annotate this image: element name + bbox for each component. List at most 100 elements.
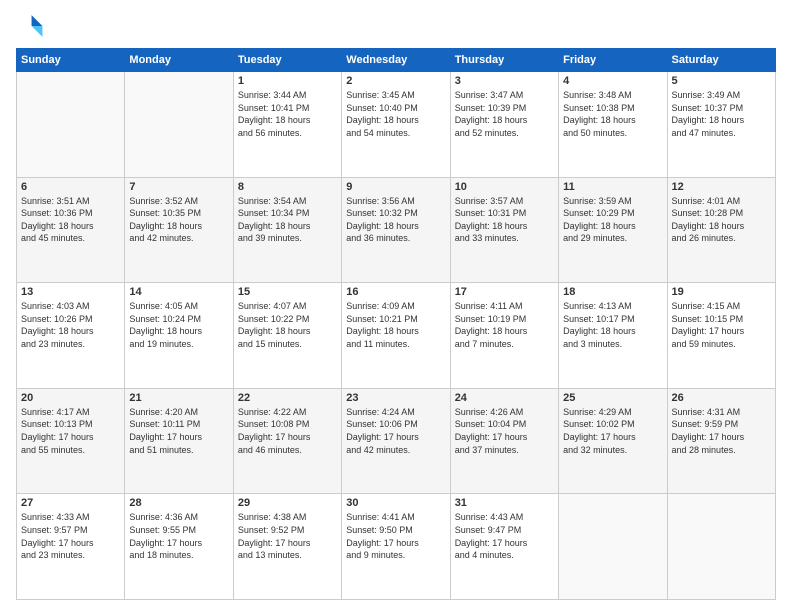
day-info: Sunrise: 4:01 AMSunset: 10:28 PMDaylight… [672,195,771,245]
day-number: 30 [346,497,445,509]
calendar-cell [667,494,775,600]
day-info: Sunrise: 4:38 AMSunset: 9:52 PMDaylight:… [238,511,337,561]
day-info: Sunrise: 4:03 AMSunset: 10:26 PMDaylight… [21,300,120,350]
calendar-cell: 1 Sunrise: 3:44 AMSunset: 10:41 PMDayligh… [233,72,341,178]
day-info: Sunrise: 4:20 AMSunset: 10:11 PMDaylight… [129,406,228,456]
calendar-cell: 8 Sunrise: 3:54 AMSunset: 10:34 PMDayligh… [233,177,341,283]
calendar-cell: 2Sunrise: 3:45 AMSunset: 10:40 PMDayligh… [342,72,450,178]
day-number: 5 [672,75,771,87]
day-info: Sunrise: 4:26 AMSunset: 10:04 PMDaylight… [455,406,554,456]
calendar-cell: 4 Sunrise: 3:48 AMSunset: 10:38 PMDayligh… [559,72,667,178]
calendar-cell: 31 Sunrise: 4:43 AMSunset: 9:47 PMDayligh… [450,494,558,600]
day-number: 1 [238,75,337,87]
calendar-cell: 21 Sunrise: 4:20 AMSunset: 10:11 PMDaylig… [125,388,233,494]
day-info: Sunrise: 3:59 AMSunset: 10:29 PMDaylight… [563,195,662,245]
day-info: Sunrise: 4:29 AMSunset: 10:02 PMDaylight… [563,406,662,456]
day-number: 17 [455,286,554,298]
logo [16,12,48,40]
calendar-cell: 22 Sunrise: 4:22 AMSunset: 10:08 PMDaylig… [233,388,341,494]
logo-icon [16,12,44,40]
day-number: 20 [21,392,120,404]
day-number: 25 [563,392,662,404]
day-info: Sunrise: 4:05 AMSunset: 10:24 PMDaylight… [129,300,228,350]
day-info: Sunrise: 3:57 AMSunset: 10:31 PMDaylight… [455,195,554,245]
calendar-table: SundayMondayTuesdayWednesdayThursdayFrid… [16,48,776,600]
calendar-cell: 29Sunrise: 4:38 AMSunset: 9:52 PMDayligh… [233,494,341,600]
calendar-cell: 16Sunrise: 4:09 AMSunset: 10:21 PMDaylig… [342,283,450,389]
calendar-cell: 9 Sunrise: 3:56 AMSunset: 10:32 PMDayligh… [342,177,450,283]
header-row: SundayMondayTuesdayWednesdayThursdayFrid… [17,49,776,72]
day-info: Sunrise: 4:17 AMSunset: 10:13 PMDaylight… [21,406,120,456]
day-info: Sunrise: 3:54 AMSunset: 10:34 PMDaylight… [238,195,337,245]
day-info: Sunrise: 3:44 AMSunset: 10:41 PMDaylight… [238,89,337,139]
header [16,12,776,40]
calendar-cell: 25 Sunrise: 4:29 AMSunset: 10:02 PMDaylig… [559,388,667,494]
calendar-cell [17,72,125,178]
day-header-friday: Friday [559,49,667,72]
calendar-cell: 30 Sunrise: 4:41 AMSunset: 9:50 PMDayligh… [342,494,450,600]
calendar-cell: 28Sunrise: 4:36 AMSunset: 9:55 PMDayligh… [125,494,233,600]
calendar-cell: 26Sunrise: 4:31 AMSunset: 9:59 PMDayligh… [667,388,775,494]
calendar-cell: 7Sunrise: 3:52 AMSunset: 10:35 PMDayligh… [125,177,233,283]
page: SundayMondayTuesdayWednesdayThursdayFrid… [0,0,792,612]
calendar-cell: 5 Sunrise: 3:49 AMSunset: 10:37 PMDayligh… [667,72,775,178]
day-info: Sunrise: 4:07 AMSunset: 10:22 PMDaylight… [238,300,337,350]
day-info: Sunrise: 4:43 AMSunset: 9:47 PMDaylight:… [455,511,554,561]
day-number: 8 [238,181,337,193]
week-row-5: 27 Sunrise: 4:33 AMSunset: 9:57 PMDayligh… [17,494,776,600]
day-number: 13 [21,286,120,298]
day-info: Sunrise: 4:31 AMSunset: 9:59 PMDaylight:… [672,406,771,456]
calendar-cell [125,72,233,178]
day-info: Sunrise: 4:22 AMSunset: 10:08 PMDaylight… [238,406,337,456]
week-row-3: 13 Sunrise: 4:03 AMSunset: 10:26 PMDaylig… [17,283,776,389]
day-number: 9 [346,181,445,193]
calendar-cell: 6 Sunrise: 3:51 AMSunset: 10:36 PMDayligh… [17,177,125,283]
day-number: 21 [129,392,228,404]
calendar-cell: 17 Sunrise: 4:11 AMSunset: 10:19 PMDaylig… [450,283,558,389]
calendar-cell: 12 Sunrise: 4:01 AMSunset: 10:28 PMDaylig… [667,177,775,283]
day-number: 15 [238,286,337,298]
day-header-sunday: Sunday [17,49,125,72]
calendar-cell: 27 Sunrise: 4:33 AMSunset: 9:57 PMDayligh… [17,494,125,600]
day-number: 22 [238,392,337,404]
day-number: 27 [21,497,120,509]
day-info: Sunrise: 4:15 AMSunset: 10:15 PMDaylight… [672,300,771,350]
day-number: 18 [563,286,662,298]
day-info: Sunrise: 3:51 AMSunset: 10:36 PMDaylight… [21,195,120,245]
day-info: Sunrise: 4:13 AMSunset: 10:17 PMDaylight… [563,300,662,350]
calendar-cell: 13 Sunrise: 4:03 AMSunset: 10:26 PMDaylig… [17,283,125,389]
day-info: Sunrise: 3:47 AMSunset: 10:39 PMDaylight… [455,89,554,139]
day-number: 19 [672,286,771,298]
day-info: Sunrise: 3:56 AMSunset: 10:32 PMDaylight… [346,195,445,245]
calendar-cell: 3 Sunrise: 3:47 AMSunset: 10:39 PMDayligh… [450,72,558,178]
week-row-4: 20 Sunrise: 4:17 AMSunset: 10:13 PMDaylig… [17,388,776,494]
day-info: Sunrise: 4:41 AMSunset: 9:50 PMDaylight:… [346,511,445,561]
day-number: 12 [672,181,771,193]
day-info: Sunrise: 4:33 AMSunset: 9:57 PMDaylight:… [21,511,120,561]
day-number: 10 [455,181,554,193]
day-header-thursday: Thursday [450,49,558,72]
day-header-monday: Monday [125,49,233,72]
day-number: 28 [129,497,228,509]
calendar-cell: 11Sunrise: 3:59 AMSunset: 10:29 PMDaylig… [559,177,667,283]
week-row-1: 1 Sunrise: 3:44 AMSunset: 10:41 PMDayligh… [17,72,776,178]
calendar-cell: 18 Sunrise: 4:13 AMSunset: 10:17 PMDaylig… [559,283,667,389]
day-number: 4 [563,75,662,87]
day-number: 31 [455,497,554,509]
day-header-wednesday: Wednesday [342,49,450,72]
day-number: 14 [129,286,228,298]
day-info: Sunrise: 3:49 AMSunset: 10:37 PMDaylight… [672,89,771,139]
calendar-cell [559,494,667,600]
day-header-tuesday: Tuesday [233,49,341,72]
day-number: 3 [455,75,554,87]
calendar-cell: 15 Sunrise: 4:07 AMSunset: 10:22 PMDaylig… [233,283,341,389]
day-number: 2 [346,75,445,87]
day-info: Sunrise: 3:52 AMSunset: 10:35 PMDaylight… [129,195,228,245]
day-info: Sunrise: 4:11 AMSunset: 10:19 PMDaylight… [455,300,554,350]
day-number: 6 [21,181,120,193]
day-number: 16 [346,286,445,298]
day-info: Sunrise: 3:48 AMSunset: 10:38 PMDaylight… [563,89,662,139]
calendar-cell: 10 Sunrise: 3:57 AMSunset: 10:31 PMDaylig… [450,177,558,283]
calendar-cell: 20 Sunrise: 4:17 AMSunset: 10:13 PMDaylig… [17,388,125,494]
calendar-cell: 19 Sunrise: 4:15 AMSunset: 10:15 PMDaylig… [667,283,775,389]
